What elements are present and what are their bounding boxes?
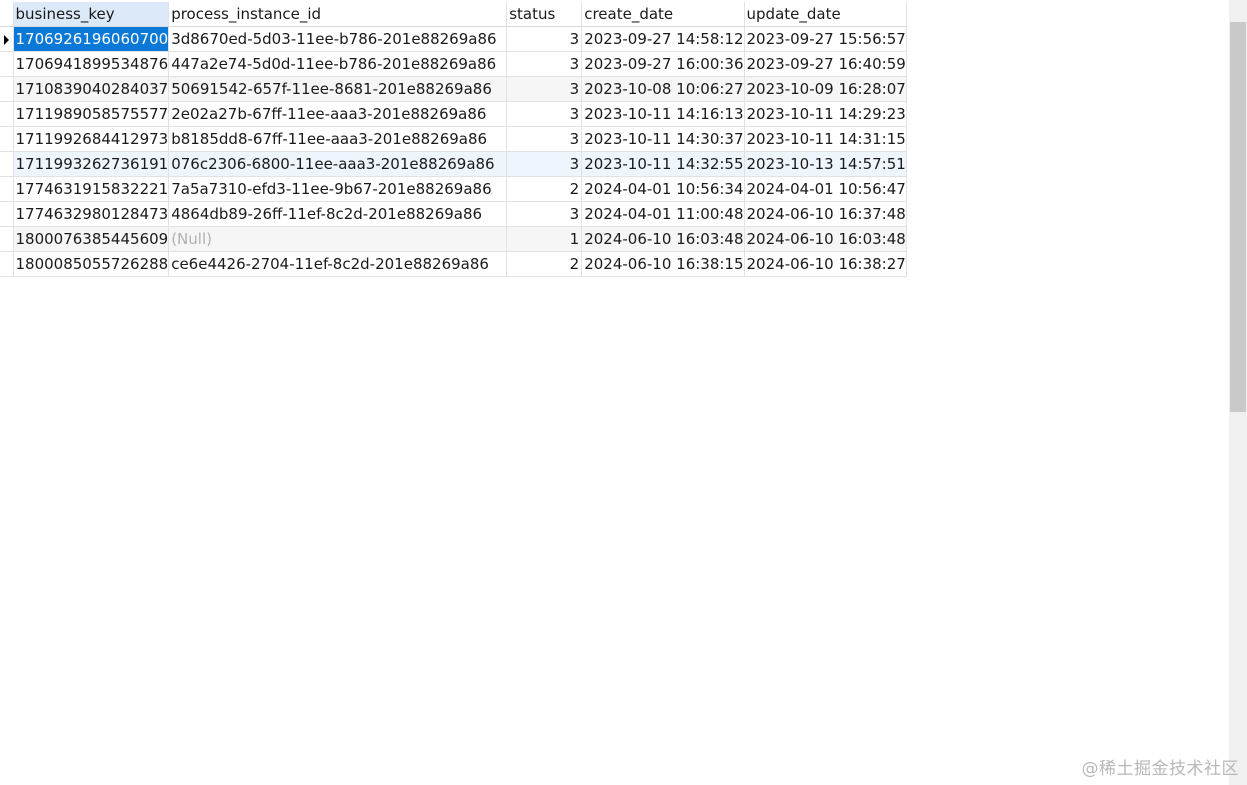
cell-business-key[interactable]: 1711989058575577 — [13, 101, 170, 127]
column-header-create-date[interactable]: create_date — [581, 2, 745, 27]
table-row[interactable]: 1800085055726288 ce6e4426-2704-11ef-8c2d-… — [0, 251, 907, 277]
watermark: @稀土掘金技术社区 — [1081, 759, 1239, 779]
cell-process-instance-id[interactable]: 4864db89-26ff-11ef-8c2d-201e88269a86 — [168, 201, 508, 227]
cell-business-key[interactable]: 1711992684412973 — [13, 126, 170, 152]
row-indicator[interactable] — [0, 101, 14, 127]
cell-create-date[interactable]: 2023-10-11 14:16:13 — [581, 101, 745, 127]
cell-update-date[interactable]: 2024-06-10 16:38:27 — [744, 251, 907, 277]
table-row[interactable]: 1710839040284037 50691542-657f-11ee-8681-… — [0, 76, 907, 102]
row-indicator[interactable] — [0, 176, 14, 202]
table-row[interactable]: 1774631915832221 7a5a7310-efd3-11ee-9b67-… — [0, 176, 907, 202]
result-table[interactable]: business_key process_instance_id status … — [0, 2, 907, 277]
cell-process-instance-id[interactable]: 50691542-657f-11ee-8681-201e88269a86 — [168, 76, 508, 102]
cell-update-date[interactable]: 2023-09-27 16:40:59 — [744, 51, 907, 77]
scrollbar-thumb[interactable] — [1230, 22, 1246, 412]
table-row[interactable]: 1711992684412973 b8185dd8-67ff-11ee-aaa3-… — [0, 126, 907, 152]
table-row[interactable]: 1774632980128473 4864db89-26ff-11ef-8c2d-… — [0, 201, 907, 227]
cell-update-date[interactable]: 2024-04-01 10:56:47 — [744, 176, 907, 202]
row-indicator[interactable] — [0, 201, 14, 227]
column-header-status[interactable]: status — [506, 2, 583, 27]
cell-create-date[interactable]: 2023-09-27 14:58:12 — [581, 26, 745, 52]
cell-status[interactable]: 3 — [506, 76, 583, 102]
cell-create-date[interactable]: 2023-10-11 14:30:37 — [581, 126, 745, 152]
cell-business-key[interactable]: 1800076385445609 — [13, 226, 170, 252]
cell-status[interactable]: 1 — [506, 226, 583, 252]
row-indicator[interactable] — [0, 151, 14, 177]
row-indicator[interactable] — [0, 51, 14, 77]
cell-business-key[interactable]: 1774632980128473 — [13, 201, 170, 227]
vertical-scrollbar[interactable] — [1229, 0, 1247, 785]
cell-status[interactable]: 3 — [506, 151, 583, 177]
cell-update-date[interactable]: 2023-10-13 14:57:51 — [744, 151, 907, 177]
cell-create-date[interactable]: 2023-10-11 14:32:55 — [581, 151, 745, 177]
column-header-business-key[interactable]: business_key — [13, 2, 170, 27]
cell-process-instance-id[interactable]: (Null) — [168, 226, 508, 252]
cell-create-date[interactable]: 2024-04-01 11:00:48 — [581, 201, 745, 227]
column-header-update-date[interactable]: update_date — [744, 2, 907, 27]
table-row[interactable]: 1800076385445609 (Null) 1 2024-06-10 16:03:… — [0, 226, 907, 252]
cell-status[interactable]: 3 — [506, 51, 583, 77]
cell-status[interactable]: 3 — [506, 26, 583, 52]
cell-create-date[interactable]: 2024-06-10 16:03:48 — [581, 226, 745, 252]
cell-status[interactable]: 3 — [506, 126, 583, 152]
row-indicator-header — [0, 2, 14, 27]
cell-process-instance-id[interactable]: 7a5a7310-efd3-11ee-9b67-201e88269a86 — [168, 176, 508, 202]
row-indicator[interactable] — [0, 126, 14, 152]
cell-update-date[interactable]: 2024-06-10 16:37:48 — [744, 201, 907, 227]
cell-business-key[interactable]: 1706941899534876 — [13, 51, 170, 77]
cell-process-instance-id[interactable]: b8185dd8-67ff-11ee-aaa3-201e88269a86 — [168, 126, 508, 152]
cell-create-date[interactable]: 2024-04-01 10:56:34 — [581, 176, 745, 202]
current-row-arrow-icon — [3, 34, 9, 45]
cell-create-date[interactable]: 2023-10-08 10:06:27 — [581, 76, 745, 102]
cell-status[interactable]: 2 — [506, 251, 583, 277]
cell-update-date[interactable]: 2023-09-27 15:56:57 — [744, 26, 907, 52]
cell-update-date[interactable]: 2023-10-11 14:29:23 — [744, 101, 907, 127]
table-row[interactable]: 1711989058575577 2e02a27b-67ff-11ee-aaa3-… — [0, 101, 907, 127]
row-indicator[interactable] — [0, 76, 14, 102]
row-indicator[interactable] — [0, 226, 14, 252]
cell-status[interactable]: 3 — [506, 101, 583, 127]
cell-process-instance-id[interactable]: 076c2306-6800-11ee-aaa3-201e88269a86 — [168, 151, 508, 177]
table-row[interactable]: 1711993262736191 076c2306-6800-11ee-aaa3-… — [0, 151, 907, 177]
cell-business-key[interactable]: 1774631915832221 — [13, 176, 170, 202]
cell-create-date[interactable]: 2024-06-10 16:38:15 — [581, 251, 745, 277]
data-grid[interactable]: business_key process_instance_id status … — [0, 2, 1229, 785]
cell-process-instance-id[interactable]: 2e02a27b-67ff-11ee-aaa3-201e88269a86 — [168, 101, 508, 127]
cell-update-date[interactable]: 2023-10-11 14:31:15 — [744, 126, 907, 152]
row-indicator[interactable] — [0, 26, 14, 52]
cell-process-instance-id[interactable]: 447a2e74-5d0d-11ee-b786-201e88269a86 — [168, 51, 508, 77]
cell-business-key[interactable]: 1800085055726288 — [13, 251, 170, 277]
row-indicator[interactable] — [0, 251, 14, 277]
cell-status[interactable]: 2 — [506, 176, 583, 202]
cell-status[interactable]: 3 — [506, 201, 583, 227]
cell-business-key[interactable]: 1710839040284037 — [13, 76, 170, 102]
cell-update-date[interactable]: 2024-06-10 16:03:48 — [744, 226, 907, 252]
header-row: business_key process_instance_id status … — [0, 2, 907, 27]
cell-business-key[interactable]: 1711993262736191 — [13, 151, 170, 177]
table-row[interactable]: 1706941899534876 447a2e74-5d0d-11ee-b786-… — [0, 51, 907, 77]
cell-process-instance-id[interactable]: 3d8670ed-5d03-11ee-b786-201e88269a86 — [168, 26, 508, 52]
cell-update-date[interactable]: 2023-10-09 16:28:07 — [744, 76, 907, 102]
table-row[interactable]: 1706926196060700 3d8670ed-5d03-11ee-b786-… — [0, 26, 907, 52]
column-header-process-instance-id[interactable]: process_instance_id — [168, 2, 508, 27]
cell-create-date[interactable]: 2023-09-27 16:00:36 — [581, 51, 745, 77]
cell-process-instance-id[interactable]: ce6e4426-2704-11ef-8c2d-201e88269a86 — [168, 251, 508, 277]
cell-business-key[interactable]: 1706926196060700 — [13, 26, 170, 52]
